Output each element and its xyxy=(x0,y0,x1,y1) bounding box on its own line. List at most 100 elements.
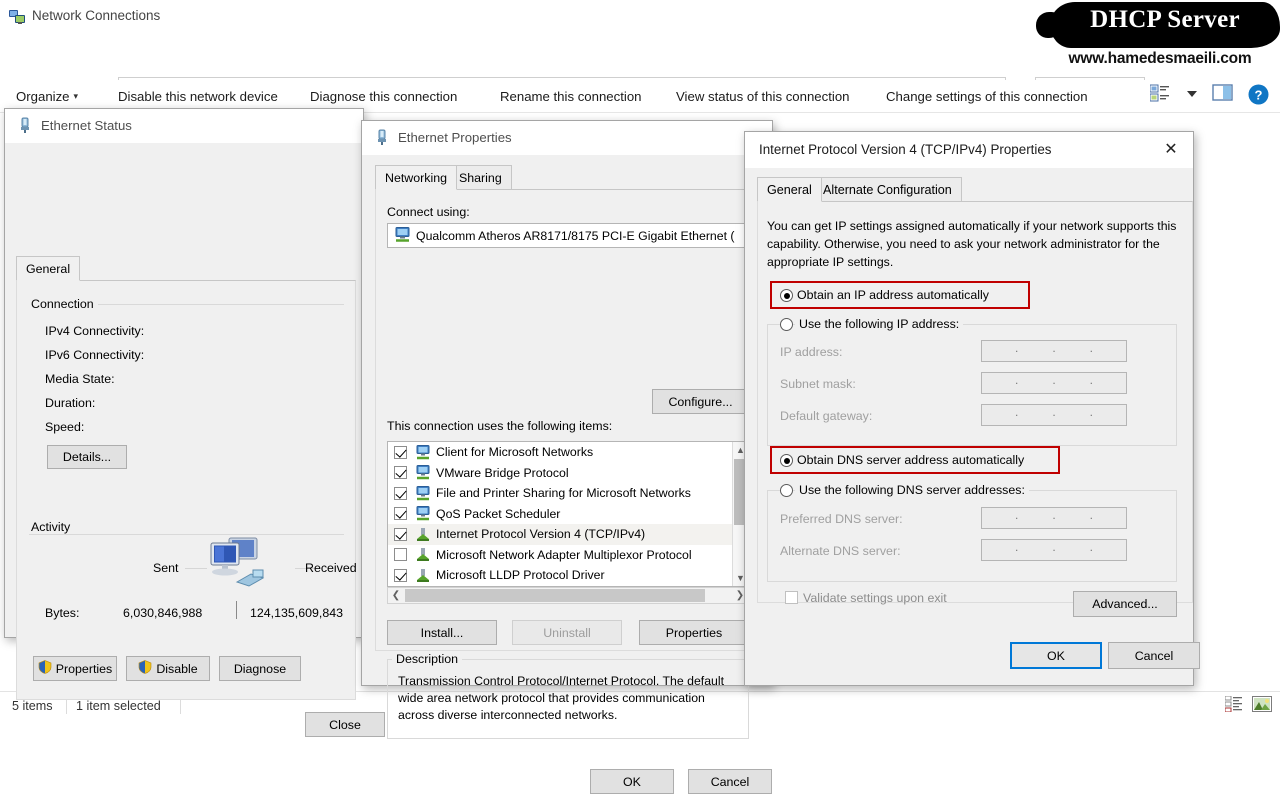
advanced-button[interactable]: Advanced... xyxy=(1073,591,1177,617)
ip-manual-label[interactable]: Use the following IP address: xyxy=(795,317,964,331)
details-button[interactable]: Details... xyxy=(47,445,127,469)
tcpip-cancel-button[interactable]: Cancel xyxy=(1108,642,1200,669)
ethernet-status-dialog: Ethernet Status General Connection IPv4 … xyxy=(4,108,385,737)
connect-using-label: Connect using: xyxy=(387,205,470,219)
large-icons-view-icon[interactable] xyxy=(1252,696,1272,715)
watermark-overlay: DHCP Server www.hamedesmaeili.com xyxy=(1030,0,1280,78)
item-checkbox[interactable] xyxy=(394,466,407,480)
network-connections-icon xyxy=(9,9,26,25)
dns-manual-radio[interactable] xyxy=(780,484,793,497)
default-gateway-label: Default gateway: xyxy=(780,409,873,423)
horizontal-scroll-thumb[interactable] xyxy=(405,589,705,602)
validate-settings-label[interactable]: Validate settings upon exit xyxy=(803,591,947,605)
items-label: This connection uses the following items… xyxy=(387,419,613,433)
protocol-icon xyxy=(414,527,432,542)
status-close-button[interactable]: Close xyxy=(305,712,385,737)
dns-auto-label[interactable]: Obtain DNS server address automatically xyxy=(797,453,1024,467)
ip-address-label: IP address: xyxy=(780,345,843,359)
client-service-icon xyxy=(414,465,432,480)
statusbar-divider xyxy=(66,698,67,714)
ethernet-status-icon xyxy=(17,117,33,137)
details-view-icon[interactable] xyxy=(1224,695,1243,715)
ip-auto-label[interactable]: Obtain an IP address automatically xyxy=(797,288,989,302)
configure-button[interactable]: Configure... xyxy=(652,389,749,414)
list-item[interactable]: QoS Packet Scheduler xyxy=(388,504,748,525)
speed-label: Speed: xyxy=(45,420,85,434)
item-checkbox[interactable] xyxy=(394,507,407,521)
view-options-icon[interactable] xyxy=(1149,84,1172,106)
list-item-label: Microsoft LLDP Protocol Driver xyxy=(436,568,605,583)
disable-device-button[interactable]: Disable this network device xyxy=(118,89,278,104)
list-item[interactable]: Internet Protocol Version 4 (TCP/IPv4) xyxy=(388,524,748,545)
preferred-dns-input: ... xyxy=(981,507,1127,529)
alternate-dns-label: Alternate DNS server: xyxy=(780,544,901,558)
ipv4-connectivity-label: IPv4 Connectivity: xyxy=(45,324,145,338)
preview-pane-icon[interactable] xyxy=(1212,84,1234,106)
tcpip-dialog-titlebar: Internet Protocol Version 4 (TCP/IPv4) P… xyxy=(745,132,1193,168)
properties-cancel-button[interactable]: Cancel xyxy=(688,769,772,794)
activity-group-label: Activity xyxy=(27,520,75,534)
list-item[interactable]: Microsoft LLDP Protocol Driver xyxy=(388,565,748,586)
intro-text: You can get IP settings assigned automat… xyxy=(767,219,1177,269)
view-status-button[interactable]: View status of this connection xyxy=(676,89,850,104)
network-activity-icon xyxy=(201,534,273,595)
tcpip-dialog-title: Internet Protocol Version 4 (TCP/IPv4) P… xyxy=(759,142,1052,157)
list-item[interactable]: File and Printer Sharing for Microsoft N… xyxy=(388,483,748,504)
tab-networking[interactable]: Networking xyxy=(375,165,457,190)
network-adapter-icon xyxy=(394,226,411,245)
tab-general[interactable]: General xyxy=(16,256,81,281)
media-state-label: Media State: xyxy=(45,372,115,386)
chevron-down-icon: ▾ xyxy=(73,91,79,101)
explorer-title: Network Connections xyxy=(32,8,161,23)
adapter-field[interactable]: Qualcomm Atheros AR8171/8175 PCI-E Gigab… xyxy=(387,223,749,248)
ip-manual-radio[interactable] xyxy=(780,318,793,331)
install-button[interactable]: Install... xyxy=(387,620,497,645)
watermark-title: DHCP Server xyxy=(1090,6,1240,33)
shield-icon xyxy=(38,660,52,677)
close-icon[interactable]: ✕ xyxy=(1149,132,1193,168)
view-dropdown-caret[interactable] xyxy=(1186,84,1198,106)
help-icon[interactable]: ? xyxy=(1248,84,1270,106)
subnet-mask-label: Subnet mask: xyxy=(780,377,856,391)
tab-sharing[interactable]: Sharing xyxy=(449,165,512,190)
protocol-icon xyxy=(414,568,432,583)
list-item[interactable]: Client for Microsoft Networks xyxy=(388,442,748,463)
status-properties-button[interactable]: Properties xyxy=(33,656,117,681)
components-horizontal-scrollbar[interactable]: ❮ ❯ xyxy=(387,587,749,604)
item-checkbox[interactable] xyxy=(394,568,407,582)
client-service-icon xyxy=(414,506,432,521)
statusbar-divider-2 xyxy=(180,698,181,714)
protocol-properties-button[interactable]: Properties xyxy=(639,620,749,645)
list-item-label: QoS Packet Scheduler xyxy=(436,506,561,521)
tab-general[interactable]: General xyxy=(757,177,822,202)
diagnose-connection-button[interactable]: Diagnose this connection xyxy=(310,89,457,104)
change-settings-button[interactable]: Change settings of this connection xyxy=(886,89,1088,104)
properties-tabstrip: Networking Sharing xyxy=(375,165,755,190)
subnet-mask-input: ... xyxy=(981,372,1127,394)
ip-auto-radio[interactable] xyxy=(780,289,793,302)
components-listbox[interactable]: Client for Microsoft Networks VMware Bri… xyxy=(387,441,749,587)
tcpip-ok-button[interactable]: OK xyxy=(1010,642,1102,669)
dns-manual-label[interactable]: Use the following DNS server addresses: xyxy=(795,483,1029,497)
description-group-label: Description xyxy=(392,652,462,666)
dns-auto-radio[interactable] xyxy=(780,454,793,467)
tab-alternate-configuration[interactable]: Alternate Configuration xyxy=(813,177,962,202)
toolbar-icon-group: ? xyxy=(1149,84,1270,106)
item-checkbox[interactable] xyxy=(394,548,407,562)
item-checkbox[interactable] xyxy=(394,486,407,500)
validate-settings-checkbox[interactable] xyxy=(785,591,798,604)
status-disable-button[interactable]: Disable xyxy=(126,656,210,681)
item-checkbox[interactable] xyxy=(394,527,407,541)
list-item[interactable]: Microsoft Network Adapter Multiplexor Pr… xyxy=(388,545,748,566)
rename-connection-button[interactable]: Rename this connection xyxy=(500,89,641,104)
list-item[interactable]: VMware Bridge Protocol xyxy=(388,463,748,484)
scroll-left-arrow[interactable]: ❮ xyxy=(388,590,404,601)
ipv6-connectivity-label: IPv6 Connectivity: xyxy=(45,348,145,362)
item-checkbox[interactable] xyxy=(394,445,407,459)
status-diagnose-button[interactable]: Diagnose xyxy=(219,656,301,681)
ip-address-input: ... xyxy=(981,340,1127,362)
properties-ok-button[interactable]: OK xyxy=(590,769,674,794)
client-service-icon xyxy=(414,444,432,460)
sent-label: Sent xyxy=(153,561,179,575)
organize-button[interactable]: Organize ▾ xyxy=(16,89,78,104)
